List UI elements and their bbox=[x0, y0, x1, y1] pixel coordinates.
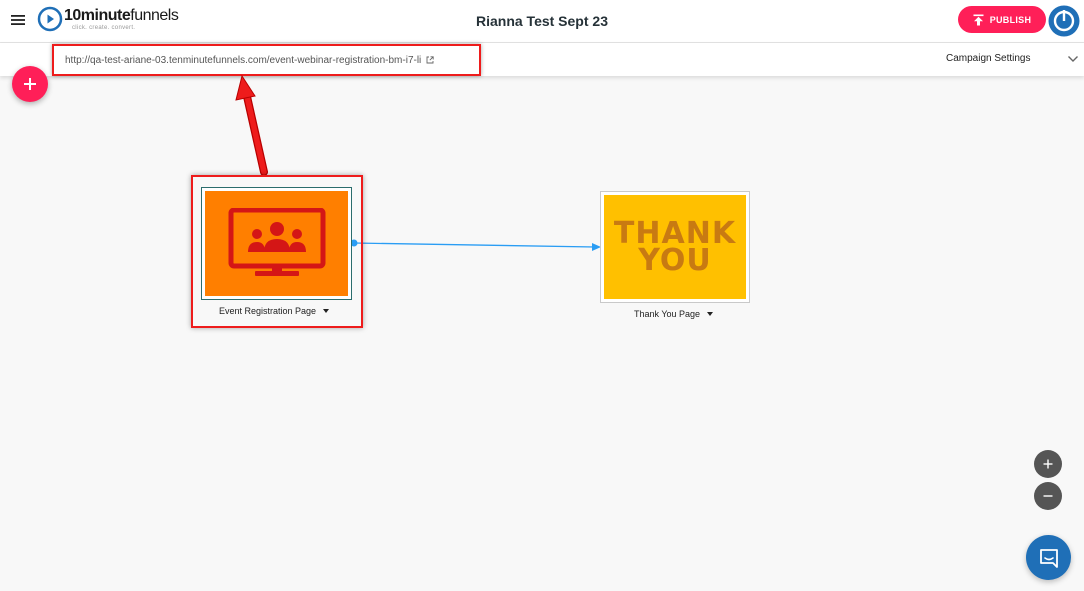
annotation-arrow bbox=[235, 74, 268, 176]
campaign-title: Rianna Test Sept 23 bbox=[475, 13, 608, 29]
caret-down-icon bbox=[323, 309, 330, 313]
top-bar: 10minutefunnels click. create. convert. … bbox=[0, 0, 1084, 43]
chat-button[interactable] bbox=[1026, 535, 1071, 580]
chat-icon bbox=[1039, 548, 1058, 568]
url-bar: http://qa-test-ariane-03.tenminutefunnel… bbox=[0, 43, 1084, 76]
upload-icon bbox=[973, 14, 984, 25]
zoom-in-button[interactable] bbox=[1034, 450, 1062, 478]
zoom-out-icon bbox=[1043, 495, 1053, 497]
hamburger-icon[interactable] bbox=[10, 12, 26, 28]
logo-text: 10minutefunnels bbox=[64, 7, 179, 24]
add-page-button[interactable] bbox=[12, 66, 48, 102]
webinar-monitor-icon bbox=[228, 207, 325, 276]
publish-button[interactable]: PUBLISH bbox=[958, 6, 1046, 33]
caret-down-icon bbox=[707, 312, 714, 316]
zoom-out-button[interactable] bbox=[1034, 482, 1062, 510]
plus-icon bbox=[24, 78, 36, 90]
logo-clock-icon bbox=[37, 6, 63, 32]
thumbnail-text-line2: YOU bbox=[638, 243, 712, 278]
chevron-down-icon[interactable] bbox=[1067, 55, 1079, 63]
page-label-text: Thank You Page bbox=[634, 309, 701, 319]
page-thumbnail: THANK YOU bbox=[604, 195, 746, 299]
external-link-icon bbox=[426, 56, 434, 64]
campaign-settings-toggle[interactable]: Campaign Settings bbox=[946, 53, 1031, 64]
funnel-page-thank-you[interactable]: THANK YOU bbox=[600, 191, 750, 303]
page-label-dropdown[interactable]: Thank You Page bbox=[634, 309, 714, 319]
logo-tagline: click. create. convert. bbox=[72, 25, 136, 31]
page-label-text: Event Registration Page bbox=[219, 306, 317, 316]
funnel-page-event-registration[interactable] bbox=[201, 187, 352, 300]
canvas-overlay bbox=[235, 74, 602, 252]
user-avatar[interactable] bbox=[1048, 5, 1080, 37]
page-connector[interactable] bbox=[350, 239, 602, 252]
page-thumbnail bbox=[205, 191, 348, 296]
zoom-in-icon bbox=[1043, 459, 1053, 469]
page-label-dropdown[interactable]: Event Registration Page bbox=[219, 306, 330, 316]
page-url-text: http://qa-test-ariane-03.tenminutefunnel… bbox=[65, 54, 422, 66]
publish-label: PUBLISH bbox=[989, 14, 1032, 25]
page-url-link[interactable]: http://qa-test-ariane-03.tenminutefunnel… bbox=[52, 44, 481, 76]
